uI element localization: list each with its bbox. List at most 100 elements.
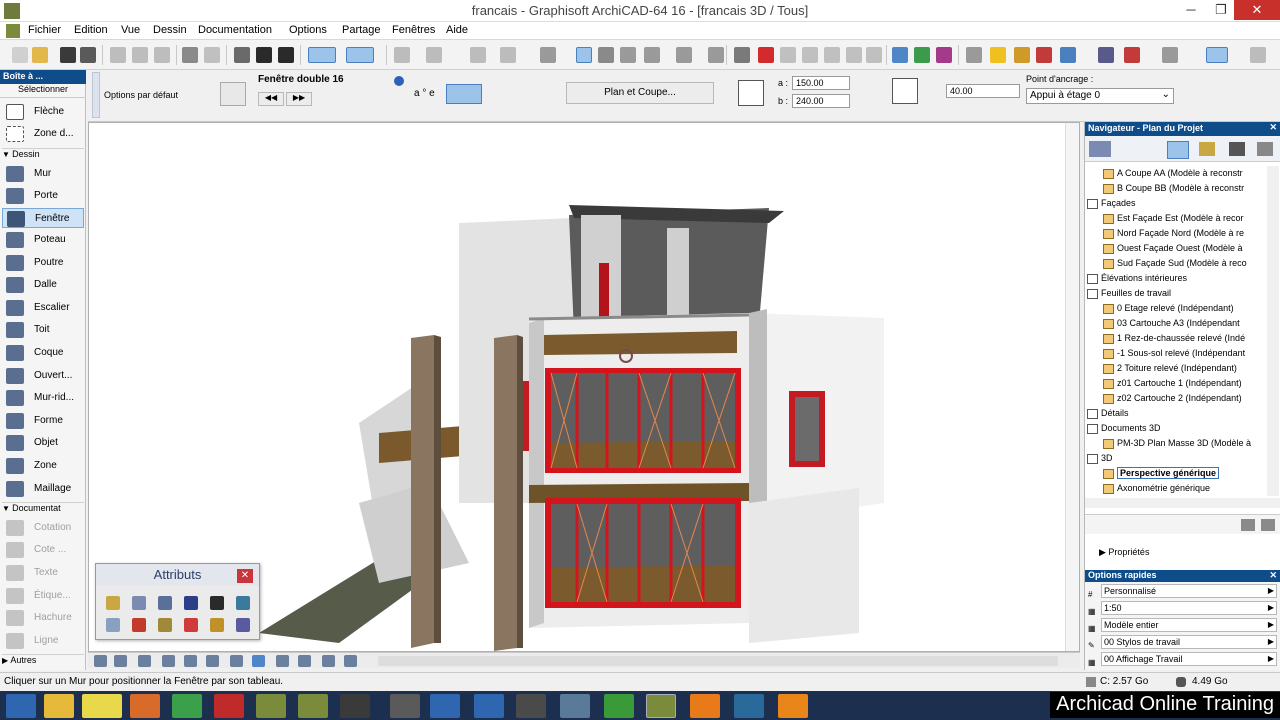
app-green-icon[interactable]: [604, 694, 634, 718]
guide-lines-icon[interactable]: [346, 47, 374, 63]
explore-icon[interactable]: [276, 655, 289, 667]
anchor-select[interactable]: Appui à étage 0 ⌄: [1026, 88, 1174, 104]
3d-window-icon[interactable]: [892, 47, 908, 63]
archicad-active-taskbar-icon[interactable]: [646, 694, 676, 718]
pens-colors-icon[interactable]: [210, 596, 224, 610]
chrome-icon[interactable]: [172, 694, 202, 718]
navigator-view-item[interactable]: Est Façade Est (Modèle à recor: [1103, 211, 1265, 226]
width-input[interactable]: 150.00: [792, 76, 850, 90]
navigator-view-item[interactable]: A Coupe AA (Modèle à reconstr: [1103, 166, 1265, 181]
select-label[interactable]: Sélectionner: [0, 84, 86, 98]
publisher-icon[interactable]: [1257, 142, 1273, 156]
navigator-folder[interactable]: Documents 3D: [1087, 421, 1265, 436]
menu-aide[interactable]: Aide: [446, 24, 468, 36]
magnify-icon[interactable]: [184, 655, 197, 667]
cross-icon[interactable]: [620, 47, 636, 63]
save-icon[interactable]: [60, 47, 76, 63]
app-camera-icon[interactable]: [516, 694, 546, 718]
menu-app-icon[interactable]: [6, 24, 20, 38]
navigator-view-item[interactable]: B Coupe BB (Modèle à reconstr: [1103, 181, 1265, 196]
taskbar-app-active-icon[interactable]: [82, 694, 122, 718]
book-icon[interactable]: [1014, 47, 1030, 63]
navigator-view-item[interactable]: Axonométrie générique: [1103, 481, 1265, 496]
file-explorer-icon[interactable]: [44, 694, 74, 718]
tool-marquee[interactable]: Zone d...: [2, 124, 84, 144]
split-icon[interactable]: [758, 47, 774, 63]
tool-zone[interactable]: Zone: [2, 456, 84, 476]
menu-fenetres[interactable]: Fenêtres: [392, 24, 435, 36]
tool-mur-rideau[interactable]: Mur-rid...: [2, 388, 84, 408]
library-icon[interactable]: [966, 47, 982, 63]
display-icon[interactable]: [1206, 47, 1228, 63]
navigator-horizontal-scrollbar[interactable]: [1085, 498, 1280, 508]
composites-icon[interactable]: [184, 596, 198, 610]
demagnify-icon[interactable]: [206, 655, 219, 667]
pick-up-icon[interactable]: [234, 47, 250, 63]
pen-set-icon[interactable]: [936, 47, 952, 63]
markup-styles-icon[interactable]: [184, 618, 198, 632]
print-icon[interactable]: [80, 47, 96, 63]
pan-icon[interactable]: [230, 655, 243, 667]
info-icon[interactable]: [1060, 47, 1076, 63]
navigator-view-item[interactable]: Nord Façade Nord (Modèle à re: [1103, 226, 1265, 241]
attributs-close-button[interactable]: ✕: [237, 569, 253, 583]
layers-icon[interactable]: [1098, 47, 1114, 63]
cut-icon[interactable]: [110, 47, 126, 63]
quick-options-close-icon[interactable]: ✕: [1269, 570, 1277, 581]
tool-hachure[interactable]: Hachure: [2, 608, 84, 628]
zone-categories-icon[interactable]: [132, 618, 146, 632]
undo-icon[interactable]: [182, 47, 198, 63]
height-input[interactable]: 240.00: [792, 94, 850, 108]
ungroup-icon[interactable]: [500, 47, 516, 63]
city-icon[interactable]: [210, 618, 224, 632]
navigator-view-item[interactable]: PM-3D Plan Masse 3D (Modèle à: [1103, 436, 1265, 451]
viewport-vertical-scrollbar[interactable]: [1065, 123, 1079, 651]
menu-documentation[interactable]: Documentation: [198, 24, 272, 36]
section-autres[interactable]: ▶ Autres: [2, 654, 84, 668]
start-windows-icon[interactable]: [6, 694, 36, 718]
next-element-button[interactable]: ▶▶: [286, 92, 312, 106]
view-map-icon[interactable]: [1199, 142, 1215, 156]
navigator-icon[interactable]: [914, 47, 930, 63]
navigator-folder[interactable]: Feuilles de travail: [1087, 286, 1265, 301]
navigator-folder[interactable]: Façades: [1087, 196, 1265, 211]
zoom-out-icon[interactable]: [114, 655, 127, 667]
app-blue-icon[interactable]: [734, 694, 764, 718]
zoom-minus-icon[interactable]: [344, 655, 357, 667]
app-monitor-icon[interactable]: [560, 694, 590, 718]
navigator-view-item[interactable]: -1 Sous-sol relevé (Indépendant: [1103, 346, 1265, 361]
mirror-icon[interactable]: [734, 47, 750, 63]
inject-icon[interactable]: [256, 47, 272, 63]
quick-option-model[interactable]: Modèle entier ▶: [1101, 618, 1277, 632]
navigator-folder[interactable]: 3D: [1087, 451, 1265, 466]
app-dark-icon[interactable]: [340, 694, 370, 718]
tool-ouverture[interactable]: Ouvert...: [2, 366, 84, 386]
menu-options[interactable]: Options: [289, 24, 327, 36]
zoom-region-icon[interactable]: [162, 655, 175, 667]
magic-wand-icon[interactable]: [308, 47, 336, 63]
materials-icon[interactable]: [236, 596, 250, 610]
mep-systems-icon[interactable]: [158, 618, 172, 632]
adjust-icon[interactable]: [802, 47, 818, 63]
cube-icon[interactable]: [1036, 47, 1052, 63]
intersect-icon[interactable]: [824, 47, 840, 63]
menu-fichier[interactable]: Fichier: [28, 24, 61, 36]
group-icon[interactable]: [470, 47, 486, 63]
teamwork-icon[interactable]: [1162, 47, 1178, 63]
line-types-icon[interactable]: [132, 596, 146, 610]
fit-window-icon[interactable]: [138, 655, 151, 667]
curve-icon[interactable]: [846, 47, 862, 63]
offset-icon[interactable]: [676, 47, 692, 63]
grid-icon[interactable]: [598, 47, 614, 63]
publish-icon[interactable]: [1124, 47, 1140, 63]
tool-poteau[interactable]: Poteau: [2, 230, 84, 250]
tool-cotation[interactable]: Cotation: [2, 518, 84, 538]
navigator-folder[interactable]: Détails: [1087, 406, 1265, 421]
section-documentation[interactable]: ▼ Documentat: [2, 502, 84, 516]
tool-maillage[interactable]: Maillage: [2, 479, 84, 499]
snap-icon[interactable]: [644, 47, 660, 63]
project-map-icon[interactable]: [1167, 141, 1189, 159]
navigator-folder[interactable]: Élévations intérieures: [1087, 271, 1265, 286]
anchor-mode-icon[interactable]: a ° e: [414, 88, 435, 99]
sill-height-input[interactable]: 40.00: [946, 84, 1020, 98]
